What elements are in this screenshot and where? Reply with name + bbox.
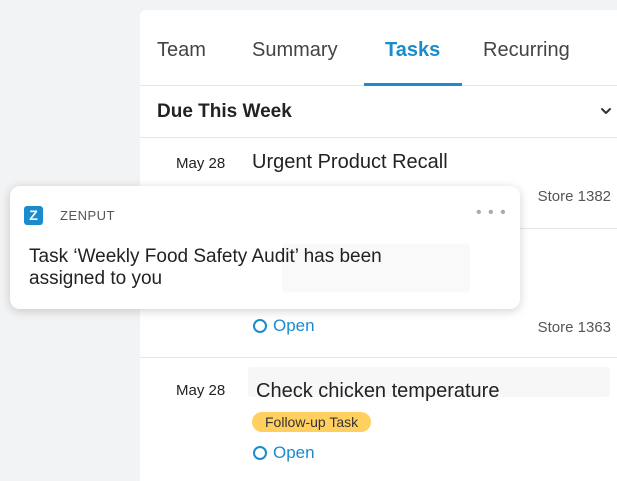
status-open-icon: [253, 319, 267, 333]
task-status[interactable]: Open: [253, 316, 315, 336]
task-store: Store 1382: [537, 188, 611, 205]
tab-bar: Team Summary Tasks Recurring: [140, 10, 617, 86]
tab-recurring[interactable]: Recurring: [483, 39, 570, 62]
tab-tasks[interactable]: Tasks: [385, 39, 440, 62]
task-row[interactable]: May 28 Check chicken temperature Follow-…: [140, 359, 617, 481]
task-date: May 28: [176, 382, 226, 399]
push-notification[interactable]: Z ZENPUT • • • Task ‘Weekly Food Safety …: [10, 186, 520, 309]
more-horizontal-icon[interactable]: • • •: [476, 204, 507, 222]
task-status-label: Open: [273, 443, 315, 462]
tab-team[interactable]: Team: [157, 39, 206, 62]
task-date: May 28: [176, 155, 226, 172]
notification-app-name: ZENPUT: [60, 208, 115, 223]
task-store: Store 1363: [537, 319, 611, 336]
task-title[interactable]: Check chicken temperature: [256, 380, 499, 403]
follow-up-badge: Follow-up Task: [252, 412, 372, 432]
section-header-due-this-week[interactable]: Due This Week: [140, 86, 617, 138]
task-status[interactable]: Open: [253, 443, 315, 463]
zenput-logo-icon: Z: [24, 206, 43, 225]
notification-message: Task ‘Weekly Food Safety Audit’ has been…: [29, 246, 382, 289]
section-title: Due This Week: [157, 101, 292, 122]
task-status-label: Open: [273, 316, 315, 335]
task-title[interactable]: Urgent Product Recall: [252, 151, 448, 174]
chevron-down-icon[interactable]: [600, 105, 612, 117]
status-open-icon: [253, 446, 267, 460]
tab-summary[interactable]: Summary: [252, 39, 338, 62]
